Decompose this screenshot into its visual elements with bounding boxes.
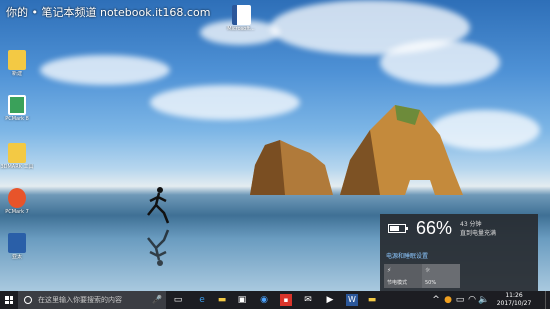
word-document-icon xyxy=(231,5,251,25)
task-view-icon[interactable]: ▭ xyxy=(172,294,184,306)
desktop-icon-app[interactable]: 亚太 xyxy=(0,233,34,261)
clock-date: 2017/10/27 xyxy=(496,300,532,307)
desktop-icon-label: PCMark 8 xyxy=(5,116,29,122)
desktop-icon-label: Microsoft... xyxy=(227,26,255,32)
desktop-icon-3dmark-folder[interactable]: 3DMARK 工具 xyxy=(0,143,34,171)
desktop-icon-word-document[interactable]: Microsoft... xyxy=(224,5,258,33)
start-button[interactable] xyxy=(0,291,18,309)
desktop-icon-folder-new[interactable]: 新建 xyxy=(0,50,34,78)
pcmark-icon xyxy=(8,95,26,115)
app-red-icon[interactable]: ▪ xyxy=(280,294,292,306)
battery-saver-label: 节电模式 xyxy=(387,280,408,286)
wallpaper-cloud xyxy=(380,40,500,85)
desktop-icon-label: 新建 xyxy=(11,71,22,77)
battery-time-value: 43 分钟 xyxy=(460,221,482,228)
power-sleep-settings-link[interactable]: 电源和睡眠设置 xyxy=(386,251,428,260)
mail-icon[interactable]: ✉ xyxy=(302,294,314,306)
battery-percent: 66% xyxy=(416,218,453,238)
battery-tray-icon[interactable]: ▭ xyxy=(454,294,466,306)
battery-time-remaining: 43 分钟 直到电量充满 xyxy=(460,220,496,238)
wallpaper-cloud xyxy=(40,55,170,85)
brightness-label: 50% xyxy=(425,280,437,286)
battery-level-fill xyxy=(390,226,400,231)
search-box[interactable]: 在这里输入你要搜索的内容 🎤 xyxy=(18,291,166,309)
edge-icon[interactable]: e xyxy=(196,294,208,306)
cortana-icon xyxy=(24,296,32,304)
store-icon[interactable]: ▣ xyxy=(236,294,248,306)
wallpaper-cloud xyxy=(150,85,300,120)
runner-reflection xyxy=(147,229,170,266)
folder-icon xyxy=(8,50,26,70)
desktop-icon-pcmark7[interactable]: PCMark 7 xyxy=(0,188,34,216)
show-hidden-icons-icon[interactable]: ^ xyxy=(430,294,442,306)
explorer2-icon[interactable]: ▬ xyxy=(366,294,378,306)
microphone-icon[interactable]: 🎤 xyxy=(152,295,162,304)
volume-icon[interactable]: 🔈 xyxy=(478,294,490,306)
app-icon xyxy=(8,233,26,253)
desktop-wallpaper: 你的 • 笔记本频道 notebook.it168.com Microsoft.… xyxy=(0,0,550,291)
battery-saver-tile[interactable]: ⚡ 节电模式 xyxy=(384,264,422,288)
desktop-icon-pcmark8[interactable]: PCMark 8 xyxy=(0,95,34,123)
windows-logo-icon xyxy=(5,296,13,304)
battery-saver-icon: ⚡ xyxy=(387,267,392,274)
brightness-tile[interactable]: ☼ 50% xyxy=(422,264,460,288)
desktop-icon-label: PCMark 7 xyxy=(5,209,29,215)
desktop-icon-label: 3DMARK 工具 xyxy=(0,164,34,170)
folder-icon xyxy=(8,143,26,163)
sea-stack-right xyxy=(340,105,463,195)
tray-app-icon[interactable]: ● xyxy=(442,294,454,306)
brightness-icon: ☼ xyxy=(425,267,431,274)
runner-silhouette xyxy=(147,187,170,224)
battery-icon xyxy=(388,224,408,233)
chrome-icon[interactable]: ◉ xyxy=(258,294,270,306)
show-desktop-button[interactable] xyxy=(545,291,550,309)
network-icon[interactable]: ◠ xyxy=(466,294,478,306)
word-icon[interactable]: W xyxy=(346,294,358,306)
search-placeholder: 在这里输入你要搜索的内容 xyxy=(38,296,122,304)
game-icon[interactable]: ▶ xyxy=(324,294,336,306)
desktop-icon-label: 亚太 xyxy=(11,254,22,260)
taskbar: 在这里输入你要搜索的内容 🎤 ▭ e ▬ ▣ ◉ ▪ ✉ ▶ W ▬ ^ ● ▭… xyxy=(0,291,550,309)
sea-stack-left xyxy=(250,140,333,195)
clock[interactable]: 11:26 2017/10/27 xyxy=(494,292,534,308)
watermark-text: 你的 • 笔记本频道 notebook.it168.com xyxy=(6,6,211,19)
explorer-icon[interactable]: ▬ xyxy=(216,294,228,306)
battery-status-text: 直到电量充满 xyxy=(460,230,497,237)
battery-flyout: 66% 43 分钟 直到电量充满 电源和睡眠设置 ⚡ 节电模式 ☼ 50% xyxy=(380,214,538,291)
clock-time: 11:26 xyxy=(505,292,523,299)
pcmark7-icon xyxy=(8,188,26,208)
